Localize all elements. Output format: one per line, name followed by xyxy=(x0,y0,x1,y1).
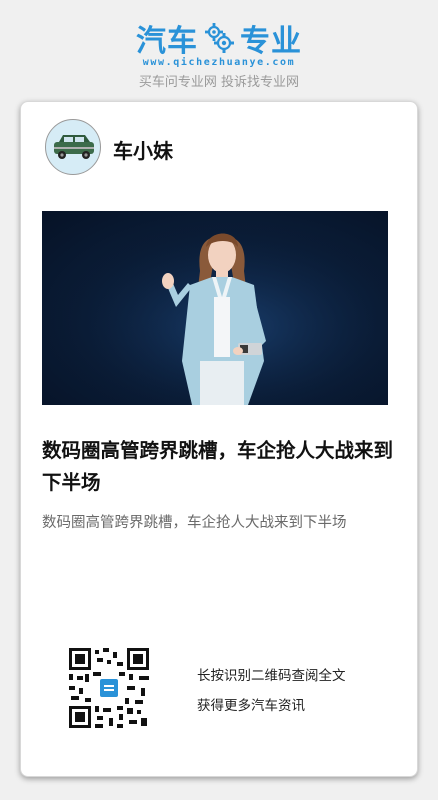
logo-text-right: 专业 xyxy=(240,24,302,59)
share-card: 车小妹 数码圈高管跨界跳槽，车企抢人大战来到下半场 数码圈高管跨界跳槽，车企抢人… xyxy=(20,101,418,777)
article-title[interactable]: 数码圈高管跨界跳槽，车企抢人大战来到下半场 xyxy=(42,435,398,499)
presenter-illustration xyxy=(42,211,388,405)
logo[interactable]: 汽车 专业 xyxy=(0,20,438,59)
qr-code-icon[interactable] xyxy=(69,648,149,728)
qr-hint: 长按识别二维码查阅全文 xyxy=(197,668,346,684)
app-header: 汽车 专业 www.qichezhuanye.com 买车问专业网 投诉找专业网 xyxy=(0,0,438,100)
author-name[interactable]: 车小妹 xyxy=(113,135,173,164)
author-avatar[interactable] xyxy=(45,119,101,175)
article-summary: 数码圈高管跨界跳槽，车企抢人大战来到下半场 xyxy=(42,515,347,531)
article-cover-image xyxy=(42,211,388,405)
site-url: www.qichezhuanye.com xyxy=(142,57,296,68)
qr-subtext: 获得更多汽车资讯 xyxy=(197,698,305,714)
site-slogan: 买车问专业网 投诉找专业网 xyxy=(138,75,300,90)
logo-text-left: 汽车 xyxy=(136,24,198,59)
gear-icon xyxy=(205,23,234,53)
car-avatar-icon xyxy=(54,135,94,159)
